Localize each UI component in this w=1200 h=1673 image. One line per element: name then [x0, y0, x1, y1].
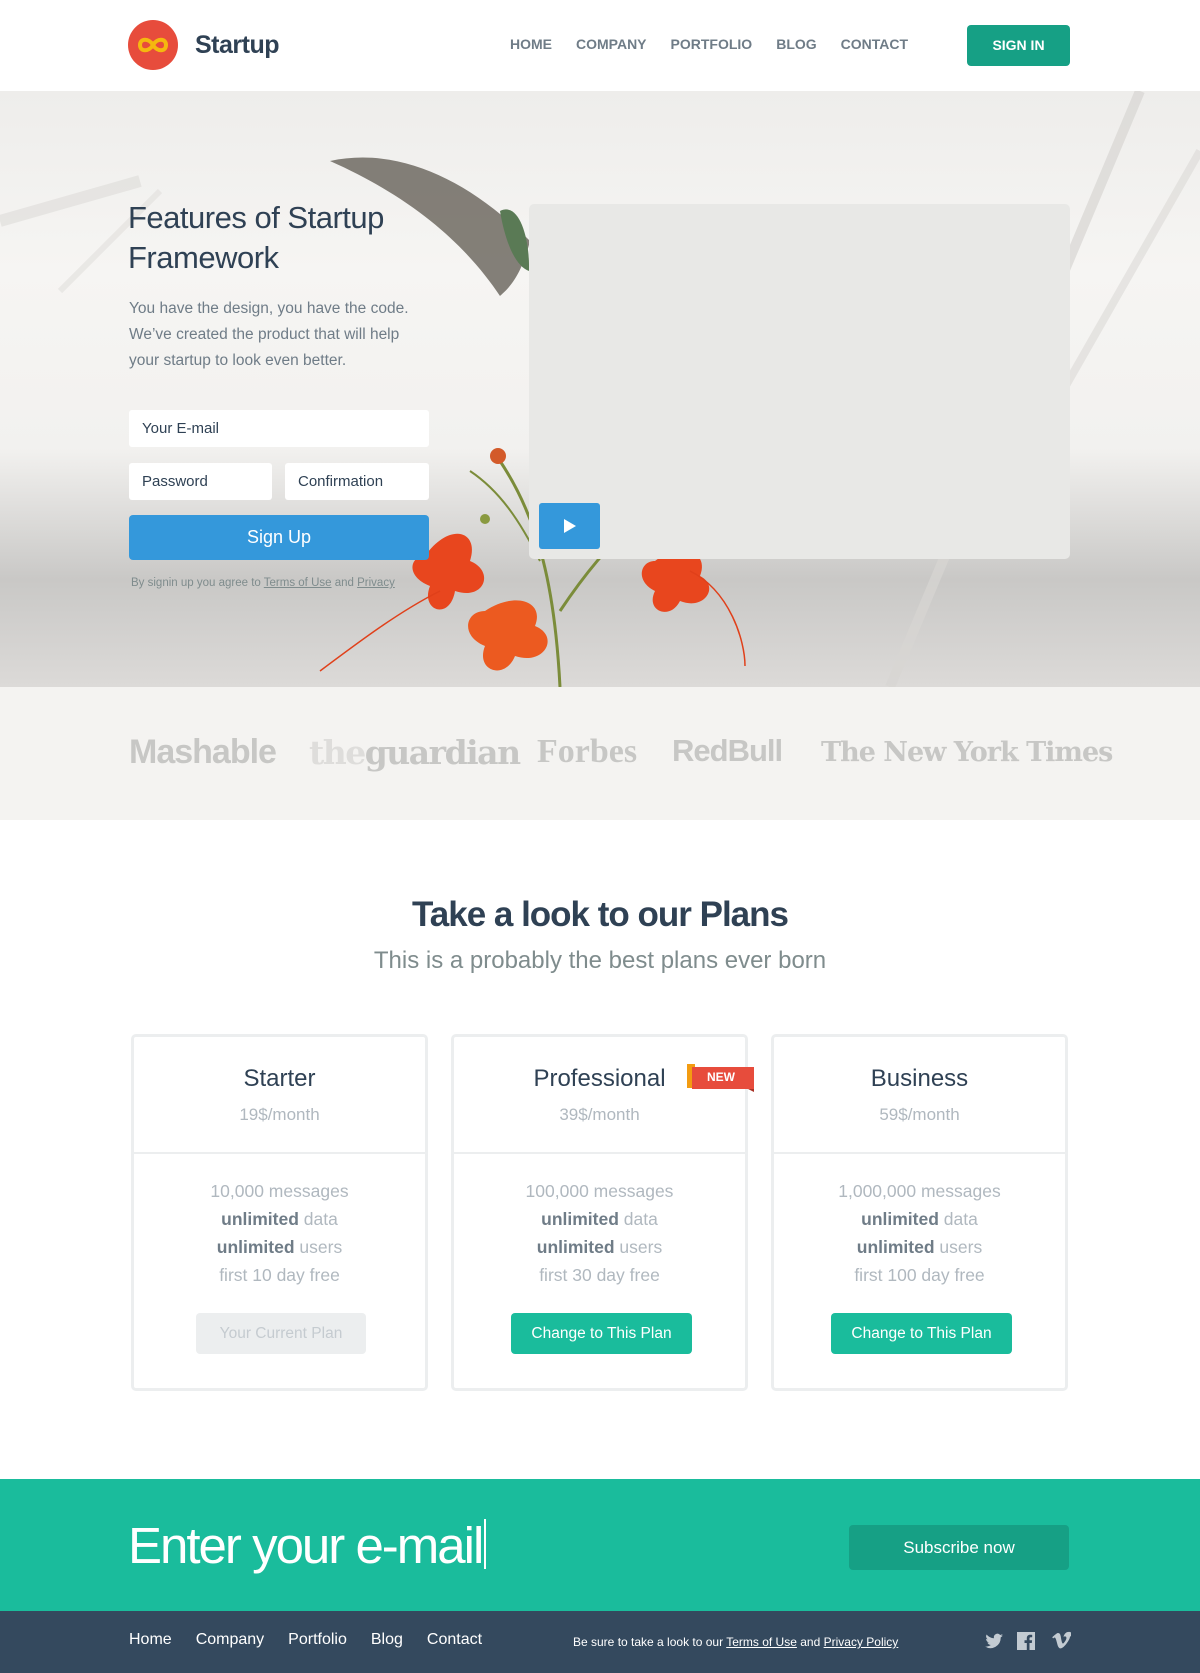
plan-data: unlimited data [861, 1209, 978, 1229]
sign-in-button[interactable]: SIGN IN [967, 25, 1070, 66]
plan-features: 100,000 messages unlimited data unlimite… [454, 1177, 745, 1289]
guardian-logo: theguardian [309, 733, 521, 772]
plan-features: 1,000,000 messages unlimited data unlimi… [774, 1177, 1065, 1289]
footer-link-portfolio[interactable]: Portfolio [288, 1631, 347, 1649]
footer-privacy-link[interactable]: Privacy Policy [824, 1635, 899, 1649]
vimeo-icon[interactable] [1051, 1631, 1071, 1651]
terms-prefix: By signin up you agree to [131, 577, 261, 589]
mashable-logo: Mashable [129, 733, 277, 771]
plan-name: Business [870, 1065, 969, 1092]
infinity-logo-icon [128, 20, 178, 70]
nav-item-blog[interactable]: BLOG [776, 36, 816, 52]
footer-link-company[interactable]: Company [196, 1631, 264, 1649]
plan-card-starter: Starter 19$/month 10,000 messages unlimi… [131, 1034, 428, 1391]
plan-divider [774, 1152, 1065, 1154]
email-field[interactable]: Your E-mail [129, 410, 429, 447]
plan-users: unlimited users [536, 1237, 663, 1257]
terms-note: By signin up you agree to Terms of Use a… [131, 577, 395, 589]
text-caret [484, 1519, 487, 1569]
nyt-logo: The New York Times [821, 737, 1113, 768]
plan-divider [134, 1152, 425, 1154]
change-plan-button[interactable]: Change to This Plan [511, 1313, 692, 1354]
nav-item-company[interactable]: COMPANY [576, 36, 647, 52]
hero-section: Features of Startup Framework You have t… [0, 91, 1200, 687]
terms-and: and [334, 577, 354, 589]
subscribe-email-input[interactable]: Enter your e-mail [128, 1515, 487, 1577]
plan-price: 59$/month [879, 1105, 960, 1124]
site-header: Startup HOME COMPANY PORTFOLIO BLOG CONT… [0, 0, 1200, 91]
footer-note-prefix: Be sure to take a look to our [573, 1635, 724, 1649]
hero-title: Features of Startup Framework [128, 200, 384, 275]
subscribe-button[interactable]: Subscribe now [849, 1525, 1069, 1570]
play-icon [563, 519, 576, 533]
footer-link-blog[interactable]: Blog [371, 1631, 403, 1649]
plan-messages: 1,000,000 messages [838, 1181, 1001, 1201]
footer-link-home[interactable]: Home [129, 1631, 172, 1649]
nav-item-portfolio[interactable]: PORTFOLIO [671, 36, 753, 52]
guardian-logo-the: the [309, 733, 366, 772]
plan-price: 39$/month [559, 1105, 640, 1124]
current-plan-button: Your Current Plan [196, 1313, 366, 1354]
plan-price: 19$/month [239, 1105, 320, 1124]
facebook-icon[interactable] [1016, 1631, 1036, 1651]
play-button[interactable] [539, 503, 600, 549]
plan-trial: first 10 day free [219, 1265, 340, 1285]
plan-messages: 100,000 messages [525, 1181, 674, 1201]
plan-users: unlimited users [856, 1237, 983, 1257]
guardian-logo-name: guardian [364, 733, 521, 772]
footer-note-and: and [800, 1635, 821, 1649]
plans-subtitle: This is a probably the best plans ever b… [373, 947, 827, 974]
plans-title: Take a look to our Plans [411, 895, 789, 934]
redbull-logo: RedBull [672, 733, 783, 768]
plan-data: unlimited data [541, 1209, 658, 1229]
footer-note: Be sure to take a look to our Terms of U… [573, 1635, 898, 1649]
plan-users: unlimited users [216, 1237, 343, 1257]
plan-messages: 10,000 messages [210, 1181, 349, 1201]
plan-name: Starter [243, 1065, 316, 1092]
plan-data: unlimited data [221, 1209, 338, 1229]
brand-name: Startup [195, 30, 280, 59]
plan-features: 10,000 messages unlimited data unlimited… [134, 1177, 425, 1289]
sign-up-button[interactable]: Sign Up [129, 515, 429, 560]
privacy-link[interactable]: Privacy [357, 577, 395, 589]
new-badge-label: NEW [707, 1070, 735, 1084]
plan-divider [454, 1152, 745, 1154]
main-nav: HOME COMPANY PORTFOLIO BLOG CONTACT [510, 36, 932, 52]
terms-link[interactable]: Terms of Use [264, 577, 332, 589]
password-field[interactable]: Password [129, 463, 272, 500]
nav-item-home[interactable]: HOME [510, 36, 552, 52]
new-badge: NEW [687, 1064, 754, 1092]
footer-nav: Home Company Portfolio Blog Contact [129, 1631, 506, 1649]
plan-card-business: Business 59$/month 1,000,000 messages un… [771, 1034, 1068, 1391]
forbes-logo: Forbes [537, 733, 638, 770]
nav-item-contact[interactable]: CONTACT [841, 36, 908, 52]
footer-terms-link[interactable]: Terms of Use [726, 1635, 797, 1649]
hero-description: You have the design, you have the code. … [129, 300, 409, 369]
brand-logo[interactable]: Startup [128, 20, 280, 70]
plan-trial: first 30 day free [539, 1265, 660, 1285]
press-logos: Mashable theguardian Forbes RedBull The … [0, 687, 1200, 820]
footer-link-contact[interactable]: Contact [427, 1631, 482, 1649]
confirmation-field[interactable]: Confirmation [285, 463, 429, 500]
subscribe-email-value: Enter your e-mail [128, 1517, 484, 1574]
change-plan-button[interactable]: Change to This Plan [831, 1313, 1012, 1354]
plan-trial: first 100 day free [854, 1265, 985, 1285]
site-footer: Home Company Portfolio Blog Contact Be s… [0, 1611, 1200, 1673]
twitter-icon[interactable] [984, 1631, 1004, 1651]
video-player[interactable] [529, 204, 1070, 559]
subscribe-bar: Enter your e-mail Subscribe now [0, 1479, 1200, 1611]
